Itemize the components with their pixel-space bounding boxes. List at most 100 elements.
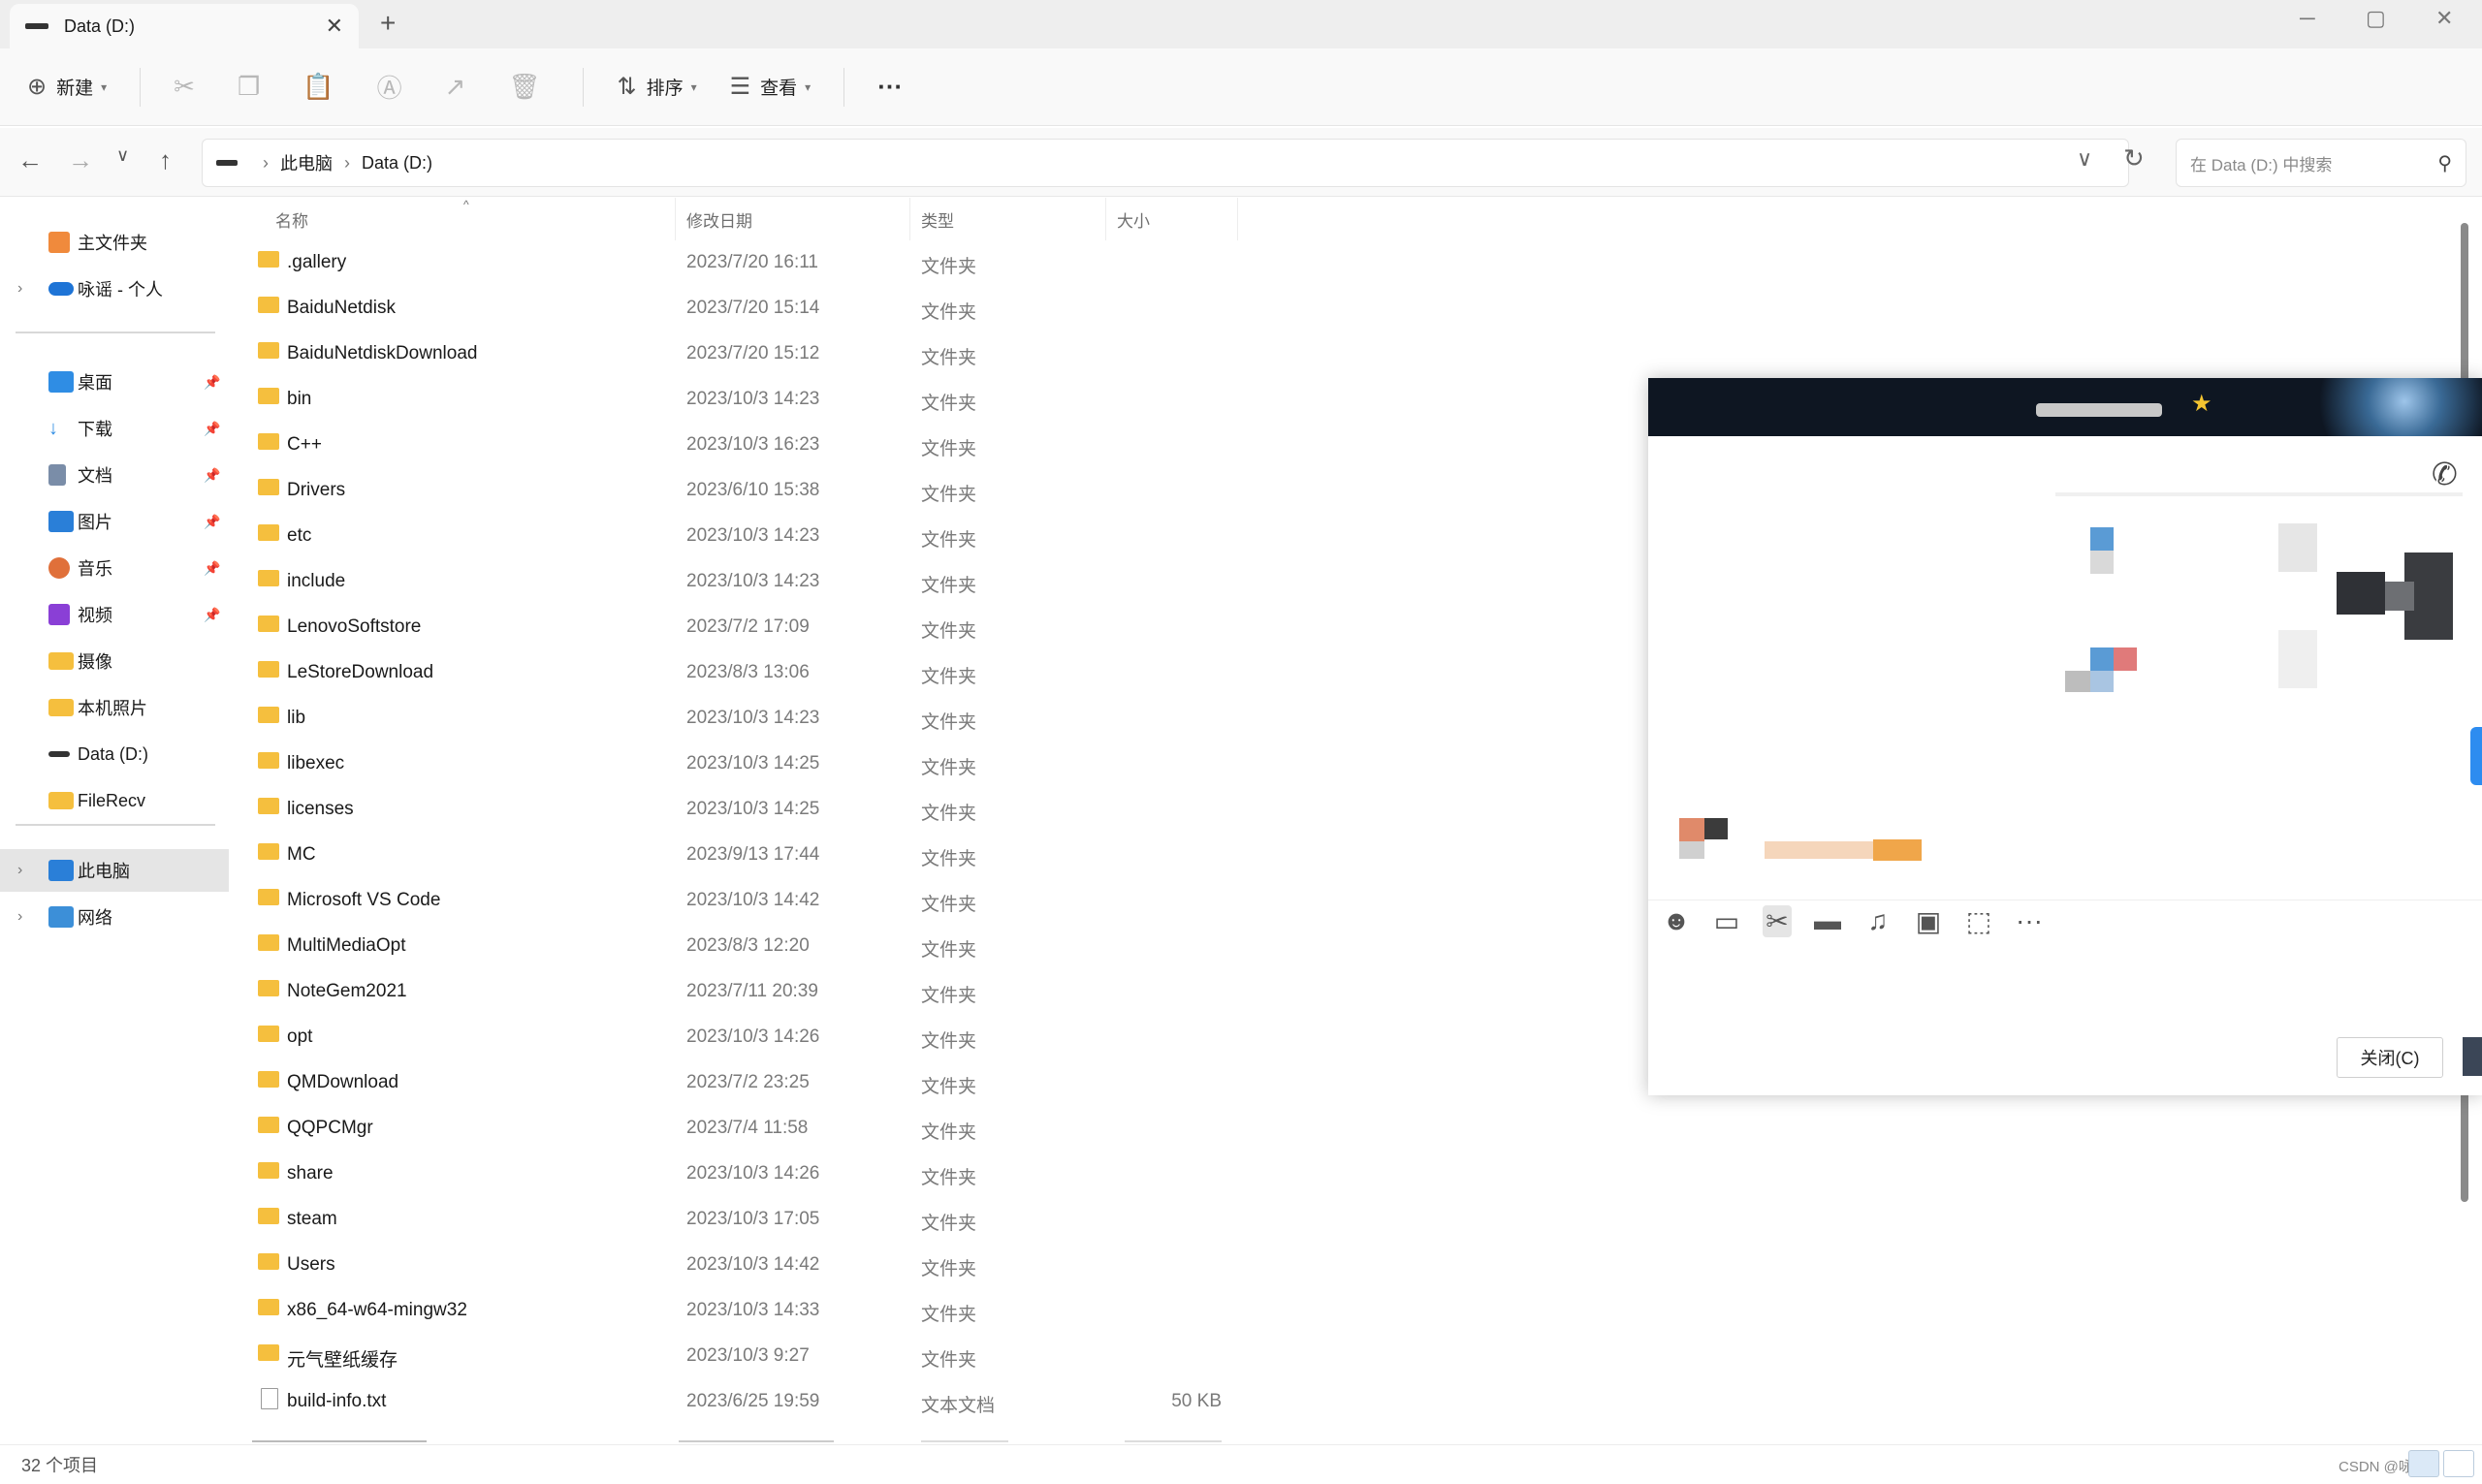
table-row[interactable]: BaiduNetdiskDownload 2023/7/20 15:12 文件夹 [252, 332, 1222, 376]
delete-icon[interactable]: 🗑 [508, 72, 540, 102]
column-separator[interactable] [1105, 198, 1106, 240]
table-row[interactable]: C++ 2023/10/3 16:23 文件夹 [252, 423, 1222, 467]
table-row[interactable]: x86_64-w64-mingw32 2023/10/3 14:33 文件夹 [252, 1288, 1222, 1333]
send-button-edge[interactable] [2463, 1037, 2482, 1076]
table-row[interactable]: Microsoft VS Code 2023/10/3 14:42 文件夹 [252, 878, 1222, 923]
scissors-icon[interactable]: ✂ [1763, 905, 1792, 937]
emoji-icon[interactable]: ☻ [1662, 905, 1691, 937]
table-row[interactable]: QMDownload 2023/7/2 23:25 文件夹 [252, 1060, 1222, 1105]
address-bar[interactable]: › 此电脑 › Data (D:) [202, 139, 2129, 187]
navigation-pane: 主文件夹 › 咏谣 - 个人 桌面 📌 ↓ 下载 📌 文档 📌 图片 📌 音乐 … [0, 198, 229, 1444]
phone-icon[interactable]: ✆ [2432, 456, 2458, 492]
table-row[interactable]: libexec 2023/10/3 14:25 文件夹 [252, 742, 1222, 786]
column-separator[interactable] [675, 198, 676, 240]
expand-chevron-icon[interactable]: › [17, 280, 22, 298]
sidebar-item-onedrive[interactable]: › 咏谣 - 个人 [0, 268, 229, 310]
tab-close-icon[interactable]: ✕ [326, 14, 343, 39]
sidebar-item-desktop[interactable]: 桌面 📌 [0, 361, 229, 403]
table-row[interactable]: BaiduNetdisk 2023/7/20 15:14 文件夹 [252, 286, 1222, 331]
sidebar-item-downloads[interactable]: ↓ 下载 📌 [0, 407, 229, 450]
sidebar-item-camera[interactable]: 摄像 [0, 640, 229, 682]
screenshot-icon[interactable]: ⬚ [1964, 905, 1993, 937]
more-options-button[interactable]: ··· [877, 72, 903, 102]
table-row[interactable]: etc 2023/10/3 14:23 文件夹 [252, 514, 1222, 558]
new-tab-button[interactable]: + [380, 8, 396, 39]
recent-chevron-icon[interactable]: ∨ [116, 145, 129, 166]
sidebar-item-filerecv[interactable]: FileRecv [0, 779, 229, 822]
table-row[interactable]: .gallery 2023/7/20 16:11 文件夹 [252, 240, 1222, 285]
details-view-button[interactable] [2408, 1450, 2439, 1477]
table-row[interactable]: LenovoSoftstore 2023/7/2 17:09 文件夹 [252, 605, 1222, 649]
tab-data-d[interactable]: Data (D:) ✕ [10, 4, 359, 48]
breadcrumb-this-pc[interactable]: 此电脑 [280, 150, 333, 175]
rename-icon[interactable]: Ⓐ [377, 69, 402, 105]
table-row[interactable]: NoteGem2021 2023/7/11 20:39 文件夹 [252, 969, 1222, 1014]
cut-icon[interactable]: ✂ [174, 72, 195, 102]
refresh-icon[interactable]: ↻ [2123, 143, 2145, 174]
table-row[interactable]: LeStoreDownload 2023/8/3 13:06 文件夹 [252, 650, 1222, 695]
folder-icon [258, 980, 279, 996]
table-row[interactable]: MC 2023/9/13 17:44 文件夹 [252, 833, 1222, 877]
table-row[interactable]: opt 2023/10/3 14:26 文件夹 [252, 1015, 1222, 1059]
file-name: MC [287, 844, 316, 865]
column-header-type[interactable]: 类型 [921, 207, 954, 232]
sort-button[interactable]: ⇅ 排序 ▾ [617, 73, 696, 101]
column-separator[interactable] [909, 198, 910, 240]
column-header-size[interactable]: 大小 [1117, 207, 1150, 232]
blurred-content [2278, 630, 2317, 688]
minimize-button[interactable]: ─ [2300, 6, 2315, 31]
expand-chevron-icon[interactable]: › [17, 908, 22, 926]
up-arrow-icon[interactable]: ↑ [159, 145, 172, 175]
command-bar: ⊕ 新建 ▾ ✂ ❐ 📋 Ⓐ ↗ 🗑 ⇅ 排序 ▾ ☰ 查看 ▾ ··· [0, 48, 2482, 126]
share-icon[interactable]: ↗ [445, 72, 466, 102]
paste-icon[interactable]: 📋 [302, 72, 334, 102]
tiles-view-button[interactable] [2443, 1450, 2474, 1477]
side-tab[interactable] [2470, 727, 2482, 785]
new-button[interactable]: ⊕ 新建 ▾ [27, 73, 107, 101]
expand-chevron-icon[interactable]: › [17, 862, 22, 879]
table-row[interactable]: QQPCMgr 2023/7/4 11:58 文件夹 [252, 1106, 1222, 1151]
table-row[interactable]: include 2023/10/3 14:23 文件夹 [252, 559, 1222, 604]
table-row[interactable]: licenses 2023/10/3 14:25 文件夹 [252, 787, 1222, 832]
address-history-chevron-icon[interactable]: ∨ [2077, 146, 2092, 172]
table-row[interactable]: Users 2023/10/3 14:42 文件夹 [252, 1243, 1222, 1287]
folder-icon[interactable]: ▬ [1813, 905, 1842, 937]
sidebar-item-local-photos[interactable]: 本机照片 [0, 686, 229, 729]
file-type: 文件夹 [921, 1168, 977, 1188]
music-icon [48, 557, 70, 579]
table-row[interactable]: share 2023/10/3 14:26 文件夹 [252, 1152, 1222, 1196]
sidebar-item-this-pc[interactable]: › 此电脑 [0, 849, 229, 892]
snowflake-banner [2288, 378, 2482, 436]
chat-close-button[interactable]: 关闭(C) [2337, 1037, 2443, 1078]
table-row[interactable]: bin 2023/10/3 14:23 文件夹 [252, 377, 1222, 422]
column-header-name[interactable]: 名称 [275, 207, 308, 232]
breadcrumb-data-d[interactable]: Data (D:) [362, 153, 432, 174]
sidebar-item-pictures[interactable]: 图片 📌 [0, 500, 229, 543]
sidebar-item-documents[interactable]: 文档 📌 [0, 454, 229, 496]
sidebar-item-videos[interactable]: 视频 📌 [0, 593, 229, 636]
column-separator[interactable] [1237, 198, 1238, 240]
gif-icon[interactable]: ▭ [1712, 905, 1741, 937]
image-icon[interactable]: ▣ [1914, 905, 1943, 937]
table-row[interactable]: 元气壁纸缓存 2023/10/3 9:27 文件夹 [252, 1334, 1222, 1378]
table-row[interactable]: steam 2023/10/3 17:05 文件夹 [252, 1197, 1222, 1242]
maximize-button[interactable]: ▢ [2366, 6, 2386, 31]
search-input[interactable]: 在 Data (D:) 中搜索 ⚲ [2176, 139, 2466, 187]
sidebar-item-home[interactable]: 主文件夹 [0, 221, 229, 264]
view-button[interactable]: ☰ 查看 ▾ [730, 73, 811, 101]
forward-arrow-icon[interactable]: → [68, 145, 93, 175]
more-icon[interactable]: ··· [2015, 905, 2044, 937]
sidebar-item-data-d[interactable]: Data (D:) [0, 733, 229, 775]
music-icon[interactable]: ♫ [1863, 905, 1893, 937]
column-header-modified[interactable]: 修改日期 [686, 207, 752, 232]
sidebar-item-music[interactable]: 音乐 📌 [0, 547, 229, 589]
sidebar-item-network[interactable]: › 网络 [0, 896, 229, 938]
back-arrow-icon[interactable]: ← [17, 145, 43, 175]
close-window-button[interactable]: ✕ [2435, 6, 2453, 31]
table-row[interactable]: Drivers 2023/6/10 15:38 文件夹 [252, 468, 1222, 513]
table-row[interactable]: MultiMediaOpt 2023/8/3 12:20 文件夹 [252, 924, 1222, 968]
folder-icon [258, 1299, 279, 1315]
table-row[interactable]: build-info.txt 2023/6/25 19:59 文本文档 50 KB [252, 1379, 1222, 1424]
table-row[interactable]: lib 2023/10/3 14:23 文件夹 [252, 696, 1222, 741]
copy-icon[interactable]: ❐ [238, 72, 260, 102]
